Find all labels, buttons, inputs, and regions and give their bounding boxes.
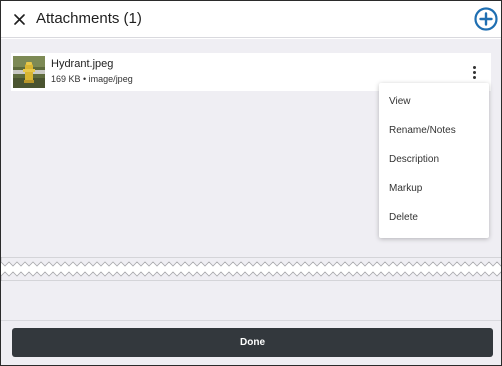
- menu-item-delete[interactable]: Delete: [379, 203, 489, 232]
- menu-item-view[interactable]: View: [379, 87, 489, 116]
- content-lower-area: [1, 281, 501, 320]
- hydrant-photo-thumbnail: [13, 56, 45, 88]
- more-options-button[interactable]: [469, 63, 479, 81]
- attachment-context-menu: View Rename/Notes Description Markup Del…: [379, 83, 489, 238]
- menu-item-description[interactable]: Description: [379, 145, 489, 174]
- header-bar: Attachments (1): [1, 1, 501, 38]
- done-button[interactable]: Done: [12, 328, 493, 357]
- page-title: Attachments (1): [36, 10, 142, 27]
- torn-edge-divider: [1, 257, 501, 281]
- menu-item-markup[interactable]: Markup: [379, 174, 489, 203]
- footer-bar: Done: [1, 320, 501, 365]
- menu-item-rename-notes[interactable]: Rename/Notes: [379, 116, 489, 145]
- add-circle-icon: [474, 7, 498, 31]
- attachment-file-name: Hydrant.jpeg: [51, 58, 114, 70]
- attachment-file-meta: 169 KB • image/jpeg: [51, 74, 133, 84]
- attachments-screen: Attachments (1) Hydrant.jpeg 169 KB • im…: [0, 0, 502, 366]
- more-vertical-icon: [472, 70, 476, 74]
- more-vertical-icon: [472, 65, 476, 69]
- more-vertical-icon: [472, 75, 476, 79]
- close-icon: [13, 13, 25, 25]
- add-attachment-button[interactable]: [473, 6, 499, 32]
- close-button[interactable]: [9, 9, 29, 29]
